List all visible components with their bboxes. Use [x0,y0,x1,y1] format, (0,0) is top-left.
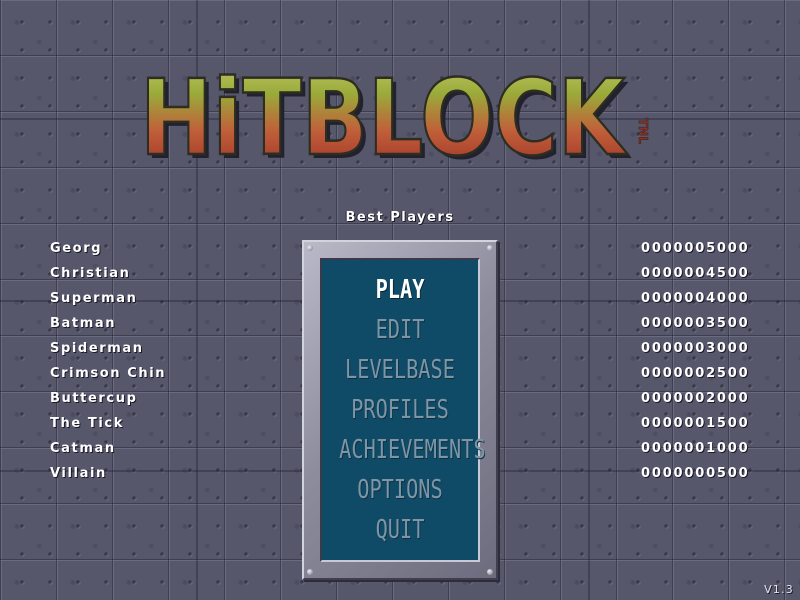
highscore-name: Crimson Chin [50,366,167,381]
highscore-score: 0000003000 [641,341,750,356]
main-menu-frame: PLAY EDIT LEVELBASE PROFILES ACHIEVEMENT… [302,240,498,580]
highscore-name: Buttercup [50,391,138,406]
highscores-title: Best Players [345,210,455,225]
logo-tag: TNL [636,118,650,144]
highscore-name: Catman [50,441,116,456]
rivet-icon [307,245,313,251]
rivet-icon [487,245,493,251]
highscore-score: 0000004000 [641,291,750,306]
menu-item-play[interactable]: PLAY [339,274,461,306]
highscore-score: 0000004500 [641,266,750,281]
highscore-score: 0000005000 [641,241,750,256]
menu-item-profiles[interactable]: PROFILES [339,394,461,426]
highscore-name: Villain [50,466,107,481]
highscore-score: 0000003500 [641,316,750,331]
highscore-name: Georg [50,241,103,256]
menu-item-options[interactable]: OPTIONS [339,474,461,506]
highscore-score: 0000001500 [641,416,750,431]
highscore-name: Batman [50,316,117,331]
highscore-name: Superman [50,291,138,306]
highscore-name: The Tick [50,416,124,431]
menu-item-achievements[interactable]: ACHIEVEMENTS [339,434,486,466]
game-screen: HiTBLOCK HiTBLOCK TNL Best Players Georg… [0,0,800,600]
menu-item-edit[interactable]: EDIT [339,314,461,346]
highscore-score: 0000002000 [641,391,750,406]
highscore-score: 0000001000 [641,441,750,456]
main-menu-panel: PLAY EDIT LEVELBASE PROFILES ACHIEVEMENT… [320,258,486,562]
highscore-score: 0000000500 [641,466,750,481]
rivet-icon [307,569,313,575]
logo-title: HiTBLOCK [140,57,628,179]
version-label: V1.3 [764,583,794,596]
highscore-name: Christian [50,266,131,281]
highscore-name: Spiderman [50,341,144,356]
highscore-score: 0000002500 [641,366,750,381]
game-logo: HiTBLOCK HiTBLOCK TNL [139,56,665,183]
rivet-icon [487,569,493,575]
menu-item-quit[interactable]: QUIT [339,514,461,546]
menu-item-levelbase[interactable]: LEVELBASE [339,354,461,386]
